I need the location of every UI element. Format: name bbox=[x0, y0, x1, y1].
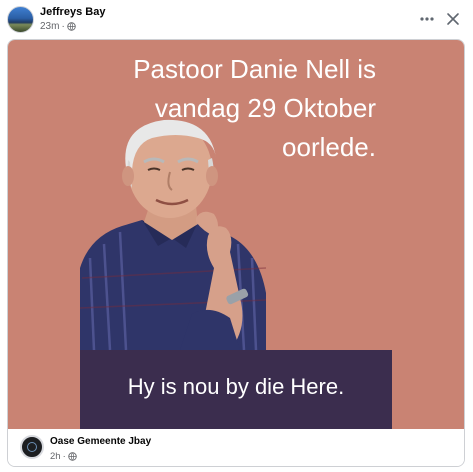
post-header: Jeffreys Bay 23m · bbox=[0, 0, 473, 38]
poster-banner: Hy is nou by die Here. bbox=[80, 350, 392, 429]
headline-line: Pastoor Danie Nell is bbox=[133, 54, 376, 84]
shared-page-avatar[interactable] bbox=[20, 435, 44, 459]
post-time[interactable]: 23m bbox=[40, 21, 59, 32]
globe-icon bbox=[67, 22, 76, 31]
post-meta: 23m · bbox=[40, 21, 76, 32]
meta-separator: · bbox=[62, 451, 66, 462]
meta-separator: · bbox=[61, 21, 65, 32]
close-icon bbox=[447, 13, 459, 25]
page-name[interactable]: Jeffreys Bay bbox=[40, 6, 105, 18]
more-horizontal-icon bbox=[420, 17, 434, 21]
more-options-button[interactable] bbox=[416, 9, 438, 29]
shared-post-card[interactable]: Pastoor Danie Nell is vandag 29 Oktober … bbox=[7, 39, 465, 467]
banner-text: Hy is nou by die Here. bbox=[127, 374, 345, 399]
close-button[interactable] bbox=[442, 8, 464, 30]
shared-page-name[interactable]: Oase Gemeente Jbay bbox=[50, 436, 151, 447]
shared-source-footer[interactable]: Oase Gemeente Jbay 2h · bbox=[8, 429, 464, 466]
memorial-poster-image[interactable]: Pastoor Danie Nell is vandag 29 Oktober … bbox=[8, 40, 464, 429]
portrait-photo bbox=[80, 119, 266, 350]
shared-post-time[interactable]: 2h bbox=[50, 451, 61, 462]
page-avatar[interactable] bbox=[7, 6, 34, 33]
shared-post-meta: 2h · bbox=[50, 451, 77, 462]
globe-icon bbox=[68, 452, 77, 461]
